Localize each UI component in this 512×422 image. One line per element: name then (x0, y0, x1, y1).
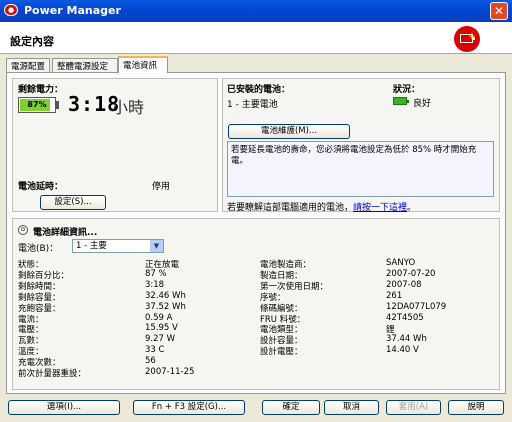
condition-label: 狀況： (393, 85, 421, 95)
battery-maintenance-button[interactable]: 電池維護(M)... (228, 124, 350, 139)
left-value: 0.59 A (145, 312, 173, 323)
tab-power-plan[interactable]: 電源配置 (6, 58, 50, 72)
tab-battery-info[interactable]: 電池資訊 (118, 56, 168, 73)
charge-threshold-note: 若要延長電池的壽命，您必須將電池設定為低於 85% 時才開始充電。 (227, 141, 494, 197)
battery-plus-icon: + (454, 26, 480, 52)
window-title: Power Manager (24, 4, 121, 17)
installed-battery-label: 已安裝的電池： (227, 85, 291, 95)
battery-select-label: 電池(B)： (18, 244, 59, 254)
fn-f3-settings-button[interactable]: Fn + F3 設定(G)... (133, 400, 245, 415)
power-manager-icon: ● (4, 4, 18, 16)
apply-button[interactable]: 套用(A) (386, 400, 441, 415)
learn-more-prefix: 若要瞭解這部電腦適用的電池， (227, 203, 354, 213)
remaining-time-unit: 小時 (112, 98, 145, 117)
left-value: 9.27 W (145, 334, 176, 345)
left-value: 32.46 Wh (145, 290, 186, 301)
battery-good-icon (393, 97, 409, 105)
cancel-button[interactable]: 取消 (324, 400, 379, 415)
options-button[interactable]: 選項(I)... (8, 400, 120, 415)
battery-gauge: 87% (18, 97, 56, 113)
battery-select[interactable]: 1 - 主要 ▼ (72, 239, 164, 253)
page-title: 設定內容 (10, 35, 54, 48)
left-value: 3:18 (145, 279, 165, 290)
battery-delay-value: 停用 (152, 182, 171, 192)
collapse-toggle-icon[interactable]: ⊙ (18, 225, 28, 235)
right-value: 12DA077L079 (386, 301, 447, 312)
battery-select-value: 1 - 主要 (76, 241, 107, 251)
condition-value: 良好 (413, 99, 432, 109)
close-button[interactable]: ✕ (490, 2, 508, 20)
right-value: 2007-08 (386, 279, 422, 290)
learn-more-link[interactable]: 請按一下這裡 (353, 203, 407, 213)
remaining-label: 剩餘電力： (18, 85, 64, 95)
right-value: 261 (386, 290, 403, 301)
right-value: 14.40 V (386, 345, 419, 356)
battery-percent: 87% (27, 100, 47, 109)
left-value: 87 % (145, 268, 167, 279)
settings-header: 設定內容 + (0, 22, 512, 54)
settings-button[interactable]: 設定(S)... (40, 195, 106, 210)
left-value: 33 C (145, 345, 165, 356)
help-button[interactable]: 說明 (448, 400, 504, 415)
left-value: 56 (145, 356, 156, 367)
ok-button[interactable]: 確定 (262, 400, 320, 415)
title-bar: ● Power Manager ✕ (0, 0, 512, 22)
battery-gauge-nub (56, 101, 59, 109)
right-value: 42T4505 (386, 312, 424, 323)
battery-delay-label: 電池延時： (18, 182, 64, 192)
right-value: SANYO (386, 258, 416, 268)
right-value: 37.44 Wh (386, 334, 427, 345)
learn-more-suffix: 。 (407, 203, 417, 213)
learn-more-text: 若要瞭解這部電腦適用的電池，請按一下這裡。 (227, 200, 416, 213)
right-value: 2007-07-20 (386, 268, 436, 279)
left-key: 前次計量器重設： (18, 369, 87, 379)
chevron-down-icon[interactable]: ▼ (150, 240, 163, 252)
left-value: 15.95 V (145, 323, 178, 334)
left-value: 37.52 Wh (145, 301, 186, 312)
installed-battery-value: 1 - 主要電池 (227, 100, 278, 110)
details-header[interactable]: 電池詳細資訊... (33, 225, 97, 238)
tab-global-power-settings[interactable]: 整體電源設定 (52, 58, 118, 72)
right-key: 設計電壓： (260, 347, 303, 358)
left-value: 2007-11-25 (145, 367, 195, 377)
